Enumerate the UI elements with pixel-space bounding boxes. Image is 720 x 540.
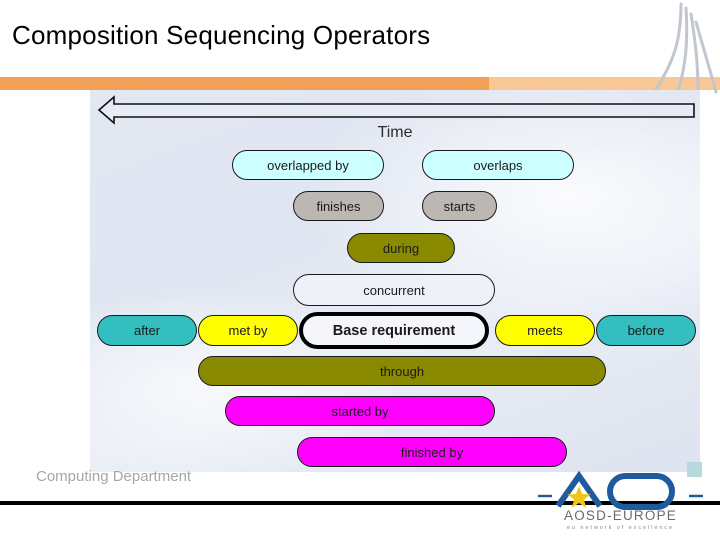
node-label: starts [443, 198, 476, 214]
node-label: finishes [316, 198, 361, 214]
node-label: during [382, 240, 420, 256]
page-title: Composition Sequencing Operators [12, 20, 431, 50]
footer-department-label: Computing Department [36, 468, 192, 485]
node-label: concurrent [363, 282, 425, 298]
node-label: meets [527, 323, 563, 338]
node-label: before [627, 323, 665, 338]
header-band-left [0, 77, 489, 90]
time-axis-label: Time [377, 124, 413, 141]
time-axis-arrow-icon [98, 95, 695, 125]
logo-tagline: eu network of excellence [567, 525, 674, 531]
node-through[interactable]: through [198, 356, 606, 386]
node-label: overlaps [473, 157, 523, 173]
node-overlapped-by[interactable]: overlapped by [232, 150, 384, 180]
node-finished-by[interactable]: finished by [297, 437, 567, 467]
node-during[interactable]: during [347, 233, 455, 263]
aosd-europe-logo: AOSD-EUROPE eu network of excellence [538, 470, 703, 531]
node-before[interactable]: before [596, 315, 696, 346]
node-label: after [133, 323, 160, 338]
node-started-by[interactable]: started by [225, 396, 495, 426]
node-label: met by [228, 323, 268, 338]
logo-wordmark: AOSD-EUROPE [564, 508, 677, 523]
header-band-right [489, 77, 720, 90]
node-concurrent[interactable]: concurrent [293, 274, 495, 306]
node-met-by[interactable]: met by [198, 315, 298, 346]
node-meets[interactable]: meets [495, 315, 595, 346]
node-starts[interactable]: starts [422, 191, 497, 221]
node-label: started by [331, 403, 389, 419]
composition-sequencing-diagram: Time overlapped by overlaps finishes sta… [90, 90, 700, 472]
node-finishes[interactable]: finishes [293, 191, 384, 221]
node-label: through [379, 363, 425, 379]
node-label: finished by [400, 444, 464, 460]
node-base-requirement[interactable]: Base requirement [299, 312, 489, 349]
node-label: Base requirement [332, 322, 456, 339]
node-overlaps[interactable]: overlaps [422, 150, 574, 180]
node-after[interactable]: after [97, 315, 197, 346]
node-label: overlapped by [267, 157, 349, 173]
